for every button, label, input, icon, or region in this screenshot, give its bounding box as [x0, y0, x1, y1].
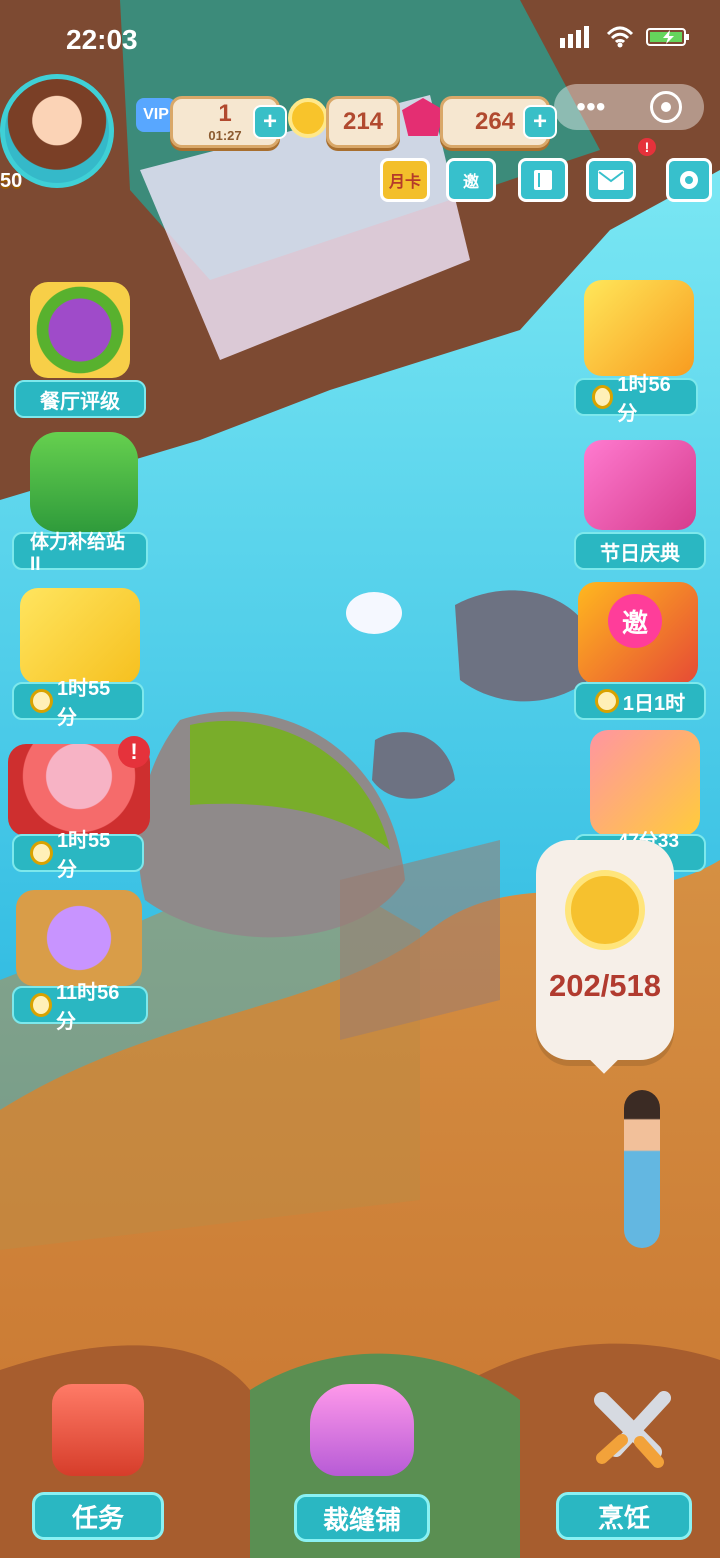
tailor-shop-button[interactable]: 裁缝铺	[294, 1494, 430, 1542]
rice-ball-alert-badge: !	[118, 736, 150, 768]
stamina-supply-label[interactable]: 体力补给站II	[12, 532, 148, 575]
timer-icon	[30, 689, 53, 713]
gems-value: 264	[474, 108, 516, 135]
tailor-shop-icon[interactable]	[310, 1384, 414, 1476]
month-card-button[interactable]: 月卡	[380, 158, 430, 202]
game-scene: 22:03 50 VIP 1 01:27 + 214 264 + ••• 月卡 …	[0, 0, 720, 1558]
rice-ball-timer[interactable]: 1时55分	[12, 830, 144, 881]
festival-celebration-label[interactable]: 节日庆典	[574, 532, 706, 570]
more-icon[interactable]: •••	[576, 91, 605, 123]
flower-basket-timer-text: 11时56分	[55, 982, 120, 1033]
wifi-icon	[606, 26, 634, 48]
festival-gift-icon[interactable]	[584, 440, 696, 530]
restaurant-rating-icon[interactable]	[30, 282, 130, 378]
gold-cart-icon[interactable]	[584, 280, 694, 376]
invite-gift-timer-text: 1日1时	[622, 692, 686, 715]
invite-gift-timer[interactable]: 1日1时	[574, 682, 706, 720]
timer-icon	[30, 841, 53, 865]
coins-counter: 214	[326, 96, 400, 148]
cooking-utensils-icon[interactable]	[584, 1380, 684, 1484]
coin-collector-bubble[interactable]: 202/518	[536, 840, 674, 1074]
settings-gear-icon[interactable]	[666, 158, 712, 202]
signal-icon	[560, 26, 589, 48]
timer-icon	[594, 689, 619, 713]
invite-button[interactable]: 邀	[446, 158, 496, 202]
timer-icon	[592, 385, 614, 409]
status-time: 22:03	[66, 24, 138, 55]
dessert-event-icon[interactable]	[20, 588, 140, 684]
cooking-button[interactable]: 烹饪	[556, 1492, 692, 1540]
mail-alert-badge: !	[638, 138, 656, 156]
stamina-value: 1	[218, 100, 232, 127]
gold-cart-timer[interactable]: 1时56分	[574, 374, 698, 425]
player-level-badge: 50	[0, 170, 23, 192]
flower-basket-timer[interactable]: 11时56分	[12, 982, 148, 1033]
add-stamina-button[interactable]: +	[253, 105, 287, 139]
invite-gift-icon[interactable]: 邀	[578, 582, 698, 684]
dessert-event-timer-text: 1时55分	[56, 678, 111, 729]
duck-character	[346, 592, 402, 634]
gems-counter[interactable]: 264 +	[440, 96, 557, 148]
coin-collector-icon	[565, 870, 645, 950]
add-gems-button[interactable]: +	[523, 105, 557, 139]
restaurant-rating-label[interactable]: 餐厅评级	[14, 380, 146, 418]
status-icons	[560, 26, 690, 48]
coin-icon	[288, 98, 328, 138]
tasks-button[interactable]: 任务	[32, 1492, 164, 1540]
stamina-counter[interactable]: 1 01:27 +	[170, 96, 287, 148]
rice-ball-timer-text: 1时55分	[56, 830, 111, 881]
flower-basket-icon[interactable]	[16, 890, 142, 986]
stamina-supply-icon[interactable]	[30, 432, 138, 532]
gift-box-icon[interactable]	[590, 730, 700, 836]
mini-program-capsule[interactable]: •••	[554, 84, 704, 130]
battery-icon	[646, 28, 689, 46]
book-icon[interactable]	[518, 158, 568, 202]
tasks-clipboard-icon[interactable]	[52, 1384, 144, 1476]
dessert-event-timer[interactable]: 1时55分	[12, 678, 144, 729]
timer-icon	[30, 993, 52, 1017]
player-character	[624, 1090, 660, 1248]
gold-cart-timer-text: 1时56分	[617, 374, 671, 425]
close-miniprogram-icon[interactable]	[649, 91, 682, 123]
coin-collector-progress: 202/518	[548, 968, 662, 1003]
mail-icon[interactable]	[586, 158, 636, 202]
invite-gift-text: 邀	[608, 594, 662, 648]
stamina-timer: 01:27	[208, 128, 242, 143]
